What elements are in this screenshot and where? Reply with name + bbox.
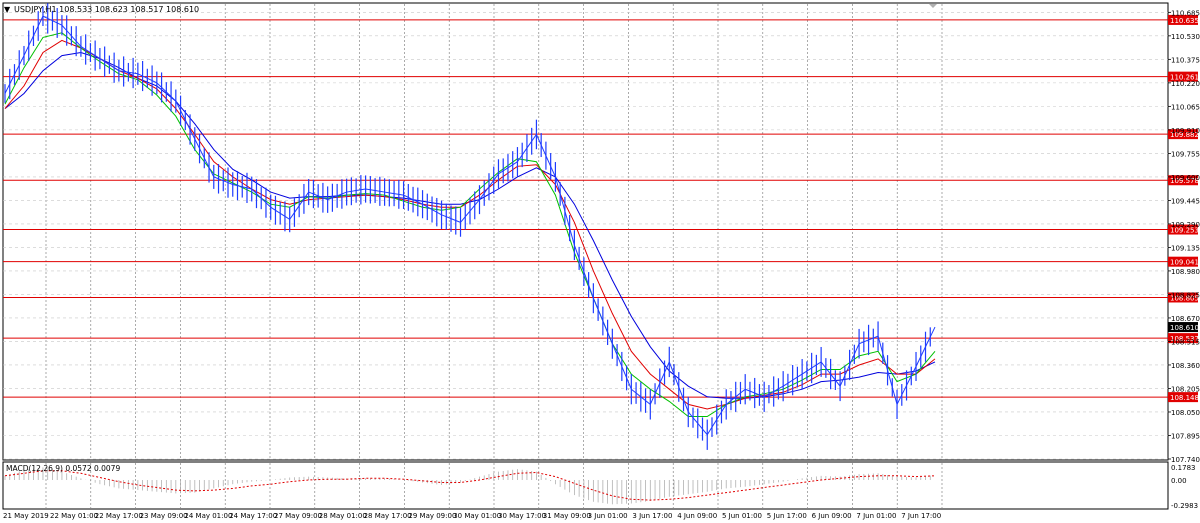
level-label: 108.148 (1170, 394, 1199, 402)
time-tick-label: 28 May 01:00 (319, 512, 367, 520)
macd-scale-label: 0.1783 (1171, 464, 1196, 472)
triangle-down-icon[interactable]: ▼ (4, 5, 11, 14)
time-tick-label: 5 Jun 01:00 (722, 512, 762, 520)
time-tick-label: 24 May 01:00 (184, 512, 232, 520)
price-tick-label: 110.530 (1171, 33, 1200, 41)
price-tick-label: 107.740 (1171, 456, 1200, 464)
price-tick-label: 108.360 (1171, 362, 1200, 370)
time-tick-label: 6 Jun 09:00 (812, 512, 852, 520)
time-tick-label: 23 May 09:00 (140, 512, 188, 520)
time-tick-label: 29 May 09:00 (408, 512, 456, 520)
price-tick-label: 110.375 (1171, 56, 1200, 64)
macd-scale-label: -0.2983 (1171, 502, 1198, 510)
trading-chart[interactable]: 110.635110.261109.882109.578109.253109.0… (0, 0, 1200, 523)
time-axis: 21 May 2019 22 May 01:0022 May 17:0023 Ma… (3, 512, 941, 520)
price-tick-label: 109.755 (1171, 150, 1200, 158)
macd-panel[interactable] (2, 461, 1169, 510)
time-tick-label: 22 May 17:00 (95, 512, 143, 520)
price-tick-label: 108.205 (1171, 385, 1200, 393)
time-tick-label: 22 May 01:00 (50, 512, 98, 520)
price-tick-label: 109.910 (1171, 127, 1200, 135)
time-tick-label: 21 May 2019 (3, 512, 49, 520)
price-tick-label: 108.670 (1171, 315, 1200, 323)
price-tick-label: 109.135 (1171, 244, 1200, 252)
price-tick-label: 110.685 (1171, 9, 1200, 17)
macd-scale-label: 0.00 (1171, 477, 1187, 485)
chart-title: USDJPY,H1 108.533 108.623 108.517 108.61… (14, 5, 199, 14)
time-tick-label: 30 May 17:00 (498, 512, 546, 520)
time-tick-label: 28 May 17:00 (364, 512, 412, 520)
time-tick-label: 7 Jun 01:00 (856, 512, 896, 520)
price-tick-label: 110.220 (1171, 80, 1200, 88)
price-tick-label: 107.895 (1171, 432, 1200, 440)
price-tick-label: 108.050 (1171, 409, 1200, 417)
time-tick-label: 24 May 17:00 (229, 512, 277, 520)
price-tick-label: 109.290 (1171, 221, 1200, 229)
price-tick-label: 108.515 (1171, 338, 1200, 346)
current-price-label: 108.610 (1170, 324, 1199, 332)
price-panel[interactable] (2, 2, 1169, 461)
macd-label: MACD(12,26,9) 0.0572 0.0079 (6, 464, 120, 473)
price-tick-label: 108.980 (1171, 268, 1200, 276)
chart-header: ▼ USDJPY,H1 108.533 108.623 108.517 108.… (4, 5, 199, 14)
time-tick-label: 5 Jun 17:00 (767, 512, 807, 520)
time-tick-label: 30 May 01:00 (453, 512, 501, 520)
time-tick-label: 27 May 09:00 (274, 512, 322, 520)
level-label: 109.041 (1170, 259, 1199, 267)
time-tick-label: 3 Jun 01:00 (588, 512, 628, 520)
price-tick-label: 110.065 (1171, 103, 1200, 111)
price-tick-label: 109.445 (1171, 197, 1200, 205)
time-tick-label: 3 Jun 17:00 (632, 512, 672, 520)
level-label: 110.635 (1170, 17, 1199, 25)
time-tick-label: 4 Jun 09:00 (677, 512, 717, 520)
time-tick-label: 31 May 09:00 (543, 512, 591, 520)
price-tick-label: 109.600 (1171, 174, 1200, 182)
time-tick-label: 7 Jun 17:00 (901, 512, 941, 520)
price-tick-label: 108.825 (1171, 291, 1200, 299)
